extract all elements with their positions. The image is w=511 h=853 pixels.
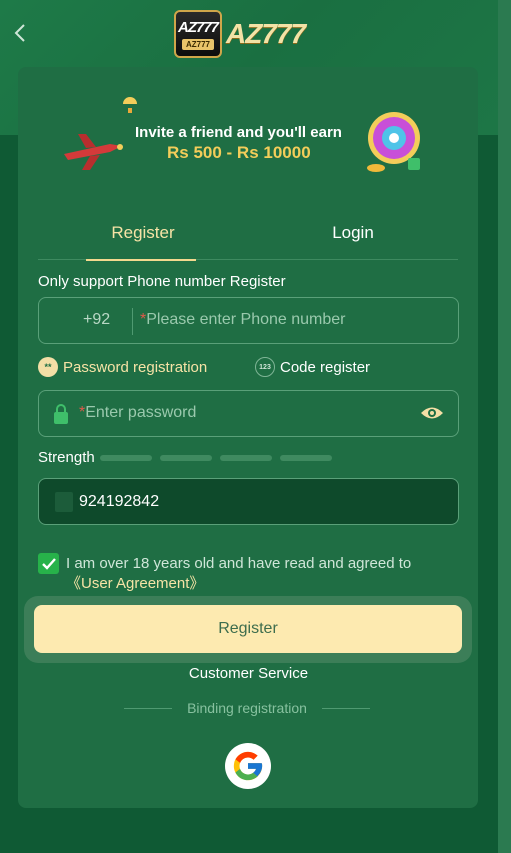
password-placeholder-text: Enter password — [85, 404, 197, 421]
logo-badge: AZ777 AZ777 — [174, 10, 222, 58]
tab-register[interactable]: Register — [38, 216, 248, 261]
strength-label: Strength — [38, 449, 95, 466]
phone-placeholder[interactable]: *Please enter Phone number — [140, 311, 345, 329]
divider — [132, 308, 133, 335]
scrollbar-track[interactable] — [498, 0, 511, 853]
user-agreement-link[interactable]: 《User Agreement》 — [66, 575, 204, 592]
mode-password-label: Password registration — [63, 358, 208, 376]
mode-password-registration[interactable]: ** Password registration — [38, 356, 207, 378]
google-signin-button[interactable] — [225, 743, 271, 789]
divider-line-right — [322, 708, 370, 709]
agreement-text: I am over 18 years old and have read and… — [66, 554, 461, 594]
prize-wheel-icon — [367, 112, 420, 172]
agreement-checkbox[interactable] — [38, 553, 59, 574]
customer-service-link[interactable]: Customer Service — [0, 665, 497, 682]
banner-line2: Rs 500 - Rs 10000 — [167, 143, 311, 162]
register-button[interactable]: Register — [34, 605, 462, 653]
password-placeholder[interactable]: *Enter password — [79, 404, 196, 422]
logo-text: AZ777 — [226, 18, 306, 49]
strength-segment — [160, 455, 212, 461]
google-icon — [233, 751, 263, 781]
code-mode-icon: 123 — [255, 357, 275, 377]
parachute-icon — [123, 97, 137, 113]
password-mode-icon: ** — [38, 357, 58, 377]
strength-segment — [280, 455, 332, 461]
password-field[interactable]: *Enter password — [38, 390, 459, 437]
tab-login[interactable]: Login — [248, 216, 458, 260]
mode-code-register[interactable]: 123 Code register — [255, 356, 370, 378]
phone-placeholder-text: Please enter Phone number — [146, 311, 346, 328]
logo-badge-text: AZ777 — [177, 18, 219, 36]
agreement-statement: I am over 18 years old and have read and… — [66, 555, 412, 572]
country-code[interactable]: +92 — [83, 311, 110, 329]
strength-segment — [100, 455, 152, 461]
auth-tabs: Register Login — [38, 216, 458, 261]
eye-icon[interactable] — [420, 404, 444, 422]
logo-badge-subtext: AZ777 — [181, 38, 214, 50]
invite-code-value[interactable]: 924192842 — [79, 493, 159, 511]
support-note: Only support Phone number Register — [38, 273, 286, 290]
phone-field[interactable]: +92 *Please enter Phone number — [38, 297, 459, 344]
chevron-left-icon — [14, 24, 25, 42]
invite-code-icon — [55, 492, 73, 512]
mode-code-label: Code register — [280, 358, 371, 376]
lock-icon — [54, 404, 68, 424]
back-button[interactable] — [10, 20, 30, 46]
check-icon — [41, 557, 56, 570]
binding-registration-divider: Binding registration — [124, 699, 370, 717]
brand-logo: AZ777 AZ777 AZ777 — [174, 10, 306, 58]
banner-line1: Invite a friend and you'll earn — [135, 124, 342, 141]
invite-banner[interactable]: Invite a friend and you'll earn Rs 500 -… — [40, 88, 440, 180]
airplane-icon — [64, 134, 123, 170]
invite-code-field[interactable]: 924192842 — [38, 478, 459, 525]
strength-segment — [220, 455, 272, 461]
